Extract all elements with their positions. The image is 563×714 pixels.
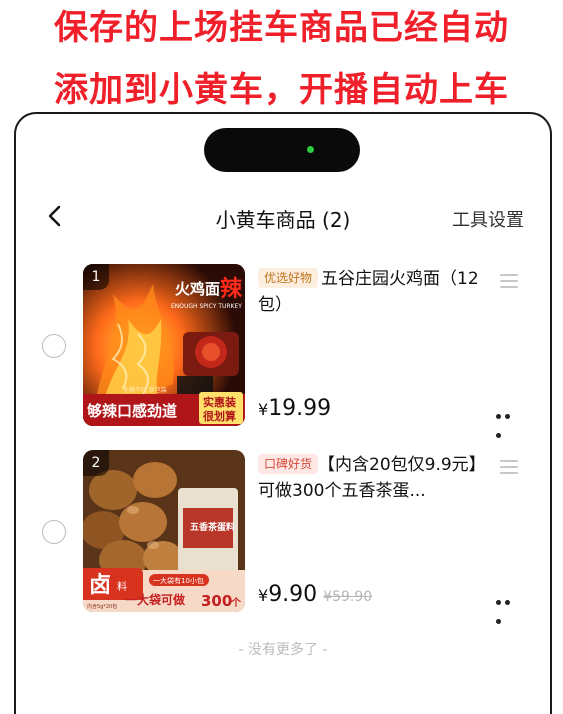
select-radio[interactable] — [42, 520, 66, 544]
item-index-badge: 1 — [83, 264, 109, 290]
thumb-slogan: 够辣口感劲道 — [86, 402, 177, 420]
thumb-line2: 一大袋可做 — [125, 592, 186, 607]
product-price: ¥9.90 ¥59.90 — [258, 582, 372, 607]
tool-settings-button[interactable]: 工具设置 — [452, 206, 524, 232]
banner-line-1: 保存的上场挂车商品已经自动 — [54, 8, 509, 48]
no-more-items-label: - 没有更多了 - — [238, 642, 328, 658]
drag-handle-icon[interactable] — [500, 460, 518, 474]
product-list-item[interactable]: 火鸡面 辣 ENOUGH SPICY TURKEY 无糖不吃 新包装 够辣口感劲… — [16, 264, 550, 438]
more-options-icon[interactable] — [496, 404, 522, 438]
item-index-badge: 2 — [83, 450, 109, 476]
noodle-product-image: 火鸡面 辣 ENOUGH SPICY TURKEY 无糖不吃 新包装 够辣口感劲… — [83, 264, 245, 426]
thumb-english-text: ENOUGH SPICY TURKEY — [171, 303, 242, 310]
product-price: ¥19.99 — [258, 396, 331, 421]
tea-egg-product-image: 五香茶蛋料 卤 料 内含5g*20包 一大袋有10小包 一大袋可做 300 个 — [83, 450, 245, 612]
thumb-small-text: 无糖不吃 新包装 — [123, 386, 167, 394]
thumb-bag-label: 五香茶蛋料 — [190, 521, 235, 533]
product-thumbnail[interactable]: 火鸡面 辣 ENOUGH SPICY TURKEY 无糖不吃 新包装 够辣口感劲… — [83, 264, 245, 426]
banner-line-2: 添加到小黄车，开播自动上车 — [54, 70, 509, 110]
nav-bar: 小黄车商品 (2) 工具设置 — [16, 196, 550, 236]
camera-indicator-dot — [307, 146, 314, 153]
thumb-badge-line2: 很划算 — [202, 409, 236, 423]
thumb-spicy-char: 辣 — [220, 276, 243, 302]
phone-screen: 小黄车商品 (2) 工具设置 火鸡面 辣 ENOUGH SPICY TURKEY… — [14, 112, 552, 714]
thumb-tiny-text: 内含5g*20包 — [87, 603, 117, 610]
thumb-badge-line1: 实惠装 — [203, 395, 236, 409]
product-tag: 优选好物 — [258, 268, 319, 288]
drag-handle-icon[interactable] — [500, 274, 518, 288]
select-radio[interactable] — [42, 334, 66, 358]
currency-symbol: ¥ — [258, 400, 269, 419]
currency-symbol: ¥ — [258, 586, 269, 605]
product-thumbnail[interactable]: 五香茶蛋料 卤 料 内含5g*20包 一大袋有10小包 一大袋可做 300 个 … — [83, 450, 245, 612]
dynamic-island — [204, 128, 360, 172]
original-price: ¥59.90 — [323, 589, 373, 605]
thumb-small-char: 料 — [117, 580, 127, 593]
thumb-big-char: 卤 — [89, 572, 111, 598]
thumb-product-name: 火鸡面 — [175, 280, 220, 298]
product-tag: 口碑好货 — [258, 454, 319, 474]
thumb-count: 300 — [201, 592, 232, 610]
product-list-item[interactable]: 五香茶蛋料 卤 料 内含5g*20包 一大袋有10小包 一大袋可做 300 个 … — [16, 450, 550, 624]
more-options-icon[interactable] — [496, 590, 522, 624]
thumb-unit: 个 — [230, 596, 242, 609]
thumb-line1: 一大袋有10小包 — [153, 576, 204, 585]
price-value: 19.99 — [268, 396, 332, 421]
price-value: 9.90 — [268, 582, 318, 607]
